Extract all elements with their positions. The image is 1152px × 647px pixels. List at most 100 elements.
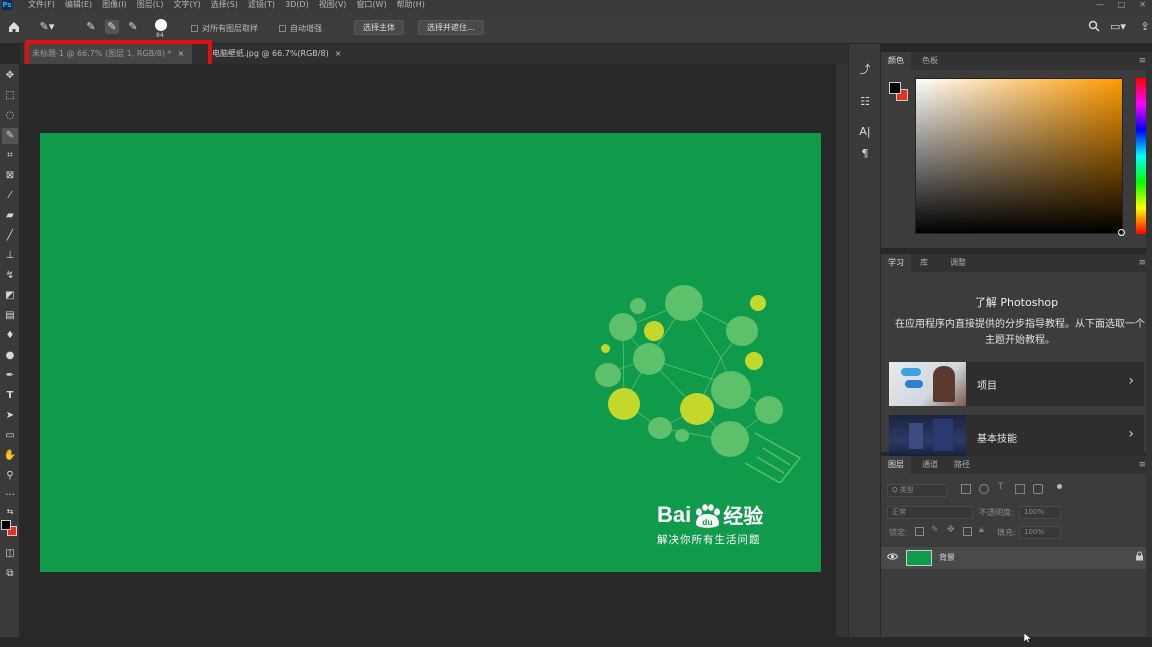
foreground-color-swatch[interactable] bbox=[889, 82, 901, 94]
eyedropper-tool-icon[interactable]: ⁄ bbox=[2, 188, 18, 204]
brush-tool-icon[interactable]: ╱ bbox=[2, 228, 18, 244]
bulb-bubble bbox=[644, 321, 664, 341]
color-picker-handle[interactable] bbox=[1118, 229, 1125, 236]
tab-libraries[interactable]: 库 bbox=[913, 254, 935, 272]
paragraph-icon[interactable]: ¶ bbox=[857, 146, 873, 162]
menu-layer[interactable]: 图层(L) bbox=[137, 0, 164, 10]
quick-selection-tool-preset-icon[interactable]: ✎▾ bbox=[36, 20, 58, 34]
type-filter-icon[interactable]: T bbox=[998, 482, 1004, 492]
dodge-tool-icon[interactable]: ● bbox=[2, 348, 18, 364]
sample-all-layers-checkbox[interactable]: 对所有图层取样 bbox=[191, 23, 258, 34]
panel-scrollbar[interactable] bbox=[1146, 56, 1152, 637]
fill-input[interactable]: 100% bbox=[1019, 526, 1061, 539]
menu-edit[interactable]: 编辑(E) bbox=[65, 0, 92, 10]
zoom-tool-icon[interactable]: ⚲ bbox=[2, 468, 18, 484]
menu-3d[interactable]: 3D(D) bbox=[285, 0, 309, 10]
menu-type[interactable]: 文字(Y) bbox=[173, 0, 200, 10]
home-icon[interactable] bbox=[7, 20, 21, 34]
panel-menu-icon[interactable]: ≡ bbox=[1138, 456, 1146, 474]
select-subject-button[interactable]: 选择主体 bbox=[354, 20, 404, 35]
share-icon[interactable]: ⇪ bbox=[1138, 20, 1152, 34]
menu-view[interactable]: 视图(V) bbox=[319, 0, 347, 10]
lock-position-icon[interactable]: ✥ bbox=[947, 525, 955, 535]
workspace-switcher-icon[interactable]: ▭▾ bbox=[1108, 20, 1128, 34]
subtract-from-selection-icon[interactable]: ✎ bbox=[126, 20, 140, 34]
filter-toggle-icon[interactable] bbox=[1057, 484, 1062, 489]
layer-row-background[interactable]: 背景 bbox=[881, 547, 1152, 569]
visibility-eye-icon[interactable] bbox=[886, 551, 899, 565]
close-tab-icon[interactable]: × bbox=[335, 49, 342, 58]
pixel-filter-icon[interactable] bbox=[961, 484, 971, 494]
properties-icon[interactable]: ☷ bbox=[857, 94, 873, 110]
tab-adjustments[interactable]: 调整 bbox=[943, 254, 973, 272]
learn-title: 了解 Photoshop bbox=[974, 296, 1059, 309]
panel-menu-icon[interactable]: ≡ bbox=[1138, 52, 1146, 70]
auto-enhance-checkbox[interactable]: 自动增强 bbox=[279, 23, 322, 34]
swap-colors-icon[interactable]: ⇆ bbox=[2, 504, 18, 520]
search-icon[interactable] bbox=[1087, 20, 1101, 34]
marquee-tool-icon[interactable]: ⬚ bbox=[2, 88, 18, 104]
type-tool-icon[interactable]: T bbox=[2, 388, 18, 404]
more-tools-icon[interactable]: ··· bbox=[2, 488, 18, 504]
color-picker-field[interactable] bbox=[915, 78, 1125, 236]
panel-menu-icon[interactable]: ≡ bbox=[1138, 254, 1146, 272]
document-tab-inactive[interactable]: 电脑壁纸.jpg @ 66.7%(RGB/8) × bbox=[204, 44, 349, 64]
learn-card-projects[interactable]: 项目 › bbox=[889, 362, 1144, 406]
rectangle-tool-icon[interactable]: ▭ bbox=[2, 428, 18, 444]
healing-brush-tool-icon[interactable]: ▰ bbox=[2, 208, 18, 224]
bulb-bubble bbox=[609, 313, 637, 341]
menu-image[interactable]: 图像(I) bbox=[102, 0, 127, 10]
lock-all-icon[interactable]: 🔒︎ bbox=[979, 525, 984, 535]
learn-card-basic-skills[interactable]: 基本技能 › bbox=[889, 415, 1144, 459]
quick-selection-tool-icon[interactable]: ✎ bbox=[2, 128, 18, 144]
close-window-button[interactable]: ✕ bbox=[1139, 0, 1146, 10]
menu-file[interactable]: 文件(F) bbox=[28, 0, 55, 10]
adjustment-filter-icon[interactable] bbox=[979, 484, 989, 494]
tab-channels[interactable]: 通道 bbox=[915, 456, 945, 474]
move-tool-icon[interactable]: ✥ bbox=[2, 68, 18, 84]
opacity-input[interactable]: 100% bbox=[1019, 506, 1061, 519]
hand-tool-icon[interactable]: ✋ bbox=[2, 448, 18, 464]
layer-kind-filter[interactable]: Q 类型 bbox=[887, 484, 947, 497]
menu-help[interactable]: 帮助(H) bbox=[397, 0, 425, 10]
canvas-image[interactable]: Bai du 经验 解决你所有生活问题 bbox=[40, 133, 821, 572]
menu-select[interactable]: 选择(S) bbox=[211, 0, 238, 10]
add-to-selection-icon[interactable]: ✎ bbox=[105, 20, 119, 34]
clone-stamp-tool-icon[interactable]: ⊥ bbox=[2, 248, 18, 264]
lock-artboard-icon[interactable] bbox=[963, 527, 972, 536]
gradient-tool-icon[interactable]: ▤ bbox=[2, 308, 18, 324]
tab-learn[interactable]: 学习 bbox=[881, 254, 911, 272]
pen-tool-icon[interactable]: ✒ bbox=[2, 368, 18, 384]
lasso-tool-icon[interactable]: ◌ bbox=[2, 108, 18, 124]
canvas-scrollbar[interactable] bbox=[836, 64, 848, 637]
lock-image-icon[interactable]: ✎ bbox=[931, 525, 939, 535]
path-selection-tool-icon[interactable]: ➤ bbox=[2, 408, 18, 424]
new-selection-icon[interactable]: ✎ bbox=[84, 20, 98, 34]
foreground-color-swatch[interactable] bbox=[1, 520, 11, 530]
layer-thumbnail bbox=[906, 550, 932, 566]
crop-tool-icon[interactable]: ⌗ bbox=[2, 148, 18, 164]
photoshop-logo-icon: Ps bbox=[2, 0, 12, 10]
smart-object-filter-icon[interactable] bbox=[1033, 484, 1043, 494]
quick-mask-icon[interactable]: ◫ bbox=[2, 546, 18, 562]
tab-color[interactable]: 颜色 bbox=[881, 52, 911, 70]
history-brush-tool-icon[interactable]: ↯ bbox=[2, 268, 18, 284]
blur-tool-icon[interactable]: ♦ bbox=[2, 328, 18, 344]
character-icon[interactable]: A| bbox=[857, 124, 873, 140]
maximize-button[interactable]: □ bbox=[1118, 0, 1126, 10]
tab-swatches[interactable]: 色板 bbox=[915, 52, 945, 70]
menu-window[interactable]: 窗口(W) bbox=[356, 0, 386, 10]
tab-layers[interactable]: 图层 bbox=[881, 456, 911, 474]
brush-size-icon[interactable] bbox=[155, 19, 167, 31]
minimize-button[interactable]: — bbox=[1096, 0, 1104, 10]
frame-tool-icon[interactable]: ⊠ bbox=[2, 168, 18, 184]
screen-mode-icon[interactable]: ⧉ bbox=[2, 566, 18, 582]
eraser-tool-icon[interactable]: ◩ bbox=[2, 288, 18, 304]
menu-filter[interactable]: 滤镜(T) bbox=[248, 0, 275, 10]
history-icon[interactable]: ⤴ bbox=[857, 62, 873, 78]
lock-transparent-icon[interactable] bbox=[915, 527, 924, 536]
select-and-mask-button[interactable]: 选择并遮住... bbox=[418, 20, 484, 35]
shape-filter-icon[interactable] bbox=[1015, 484, 1025, 494]
blend-mode-select[interactable]: 正常 bbox=[887, 506, 973, 519]
tab-paths[interactable]: 路径 bbox=[947, 456, 977, 474]
